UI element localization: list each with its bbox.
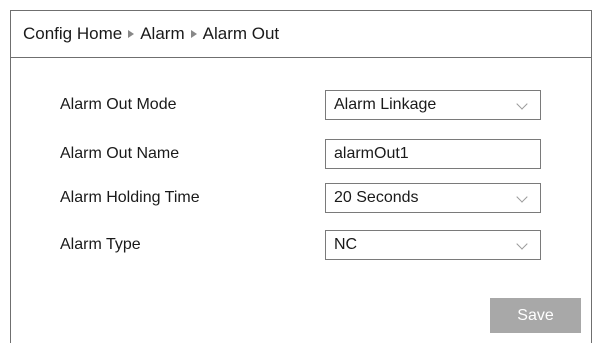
alarm-out-name-value: alarmOut1 (334, 145, 409, 162)
alarm-holding-time-select[interactable]: 20 Seconds (325, 183, 541, 213)
alarm-holding-time-value: 20 Seconds (334, 189, 419, 206)
breadcrumb: Config Home Alarm Alarm Out (11, 11, 591, 58)
alarm-out-panel: Config Home Alarm Alarm Out Alarm Out Mo… (10, 10, 592, 343)
alarm-out-name-input[interactable]: alarmOut1 (325, 139, 541, 169)
chevron-down-icon (516, 238, 528, 250)
triangle-right-icon (128, 30, 135, 38)
breadcrumb-item-alarm[interactable]: Alarm (140, 24, 184, 44)
alarm-type-select[interactable]: NC (325, 230, 541, 260)
alarm-type-label: Alarm Type (60, 236, 141, 253)
alarm-out-mode-row: Alarm Out Mode Alarm Linkage (11, 90, 591, 120)
alarm-out-name-row: Alarm Out Name alarmOut1 (11, 139, 591, 169)
alarm-type-value: NC (334, 236, 358, 253)
breadcrumb-item-config-home[interactable]: Config Home (23, 24, 122, 44)
alarm-holding-time-label: Alarm Holding Time (60, 189, 200, 206)
alarm-out-mode-label: Alarm Out Mode (60, 96, 177, 113)
breadcrumb-item-alarm-out: Alarm Out (202, 24, 280, 43)
alarm-out-mode-value: Alarm Linkage (334, 96, 437, 113)
save-button[interactable]: Save (490, 298, 581, 333)
alarm-out-name-label: Alarm Out Name (60, 145, 180, 162)
alarm-out-mode-select[interactable]: Alarm Linkage (325, 90, 541, 120)
chevron-down-icon (516, 191, 528, 203)
alarm-type-row: Alarm Type NC (11, 230, 591, 260)
triangle-right-icon (190, 30, 197, 38)
chevron-down-icon (516, 98, 528, 110)
alarm-holding-time-row: Alarm Holding Time 20 Seconds (11, 183, 591, 213)
